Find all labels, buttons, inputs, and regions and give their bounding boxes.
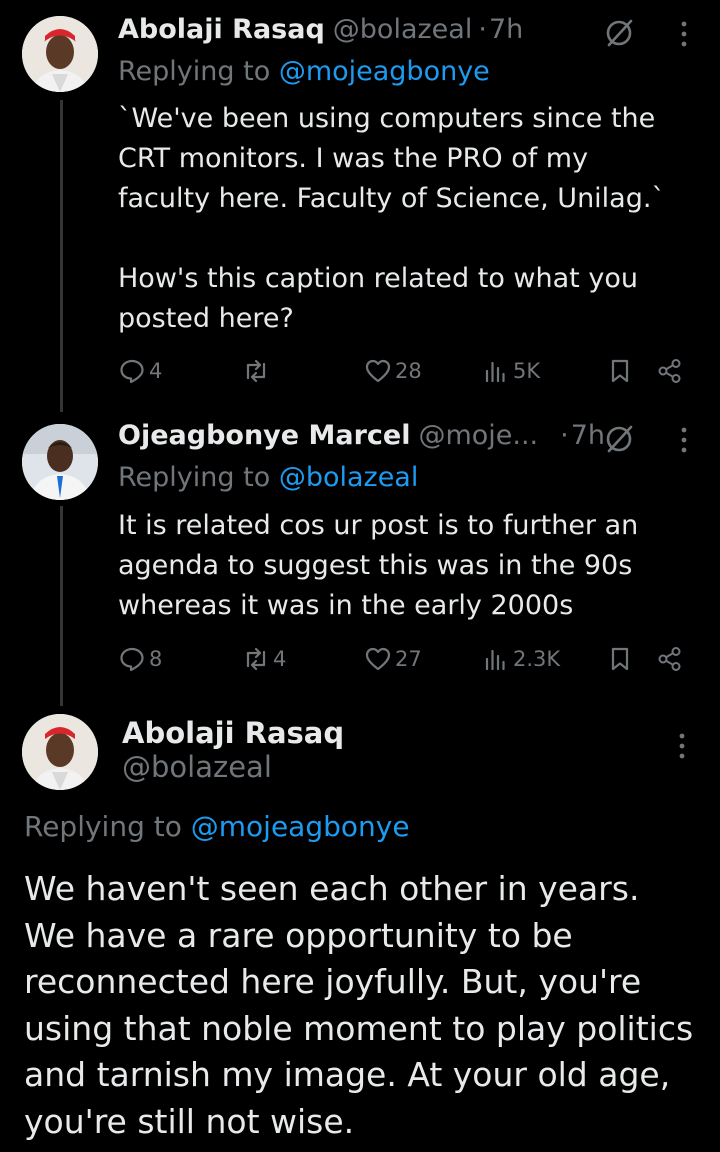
- avatar[interactable]: [22, 714, 98, 790]
- avatar[interactable]: [22, 16, 98, 92]
- bookmark-button[interactable]: [606, 354, 634, 388]
- reply-icon: [120, 359, 144, 384]
- tweet[interactable]: Abolaji Rasaq @bolazeal · 7h Replying to…: [0, 0, 720, 410]
- action-bar: 8 4 27 2.3K: [118, 642, 698, 676]
- reply-button[interactable]: 4: [118, 354, 162, 388]
- share-icon: [658, 359, 681, 383]
- author-handle[interactable]: @bolazeal: [122, 750, 272, 784]
- action-bar: 4 28 5K: [118, 354, 698, 388]
- bookmark-button[interactable]: [606, 642, 634, 676]
- avatar-image: [22, 16, 98, 92]
- repost-count: 4: [273, 647, 287, 671]
- mention-link[interactable]: @mojeagbonye: [191, 810, 410, 843]
- avatar-image: [22, 714, 98, 790]
- more-icon[interactable]: [674, 424, 694, 456]
- avatar[interactable]: [22, 424, 98, 500]
- like-count: 28: [395, 359, 422, 383]
- reply-button[interactable]: 8: [118, 642, 162, 676]
- tweet-text: `We've been using computers since the CR…: [118, 103, 665, 334]
- bookmark-icon: [611, 359, 629, 383]
- share-button[interactable]: [656, 642, 684, 676]
- mention-link[interactable]: @bolazeal: [279, 462, 419, 493]
- avatar-image: [22, 424, 98, 500]
- reply-count: 4: [149, 359, 163, 383]
- replying-prefix: Replying to: [118, 462, 271, 493]
- views-icon: [485, 361, 505, 383]
- author-name[interactable]: Abolaji Rasaq: [118, 14, 325, 45]
- author-name[interactable]: Abolaji Rasaq: [122, 716, 344, 750]
- timestamp[interactable]: 7h: [489, 14, 523, 45]
- views-button[interactable]: 2.3K: [482, 642, 560, 676]
- repost-icon: [246, 647, 266, 671]
- separator: ·: [478, 14, 487, 45]
- like-icon: [365, 647, 391, 671]
- like-button[interactable]: 27: [364, 642, 422, 676]
- replying-prefix: Replying to: [24, 810, 182, 843]
- tweet[interactable]: Ojeagbonye Marcel @moje... · 7h Replying…: [0, 410, 720, 710]
- replying-prefix: Replying to: [118, 56, 271, 87]
- separator: ·: [560, 420, 569, 451]
- tweet-header: Ojeagbonye Marcel @moje... · 7h: [118, 420, 605, 451]
- share-icon: [658, 647, 681, 671]
- like-icon: [365, 359, 391, 383]
- tweet-text: It is related cos ur post is to further …: [118, 510, 639, 621]
- repost-icon: [246, 359, 266, 383]
- like-count: 27: [395, 647, 422, 671]
- tweet-header: Abolaji Rasaq @bolazeal · 7h: [118, 14, 523, 45]
- grok-icon[interactable]: [604, 424, 634, 454]
- replying-to: Replying to @bolazeal: [118, 462, 418, 493]
- more-icon[interactable]: [674, 18, 694, 50]
- like-button[interactable]: 28: [364, 354, 422, 388]
- reply-count: 8: [149, 647, 163, 671]
- timestamp[interactable]: 7h: [571, 420, 605, 451]
- author-handle[interactable]: @bolazeal: [333, 14, 473, 45]
- repost-button[interactable]: 4: [242, 642, 286, 676]
- reply-icon: [120, 647, 144, 672]
- replying-to: Replying to @mojeagbonye: [118, 56, 490, 87]
- grok-icon[interactable]: [604, 18, 634, 48]
- author-name[interactable]: Ojeagbonye Marcel: [118, 420, 410, 451]
- more-icon[interactable]: [672, 730, 692, 762]
- replying-to: Replying to @mojeagbonye: [24, 810, 410, 843]
- bookmark-icon: [611, 647, 629, 671]
- views-count: 2.3K: [513, 647, 561, 671]
- repost-button[interactable]: [242, 354, 273, 388]
- tweet-text: We haven't seen each other in years. We …: [24, 869, 694, 1141]
- mention-link[interactable]: @mojeagbonye: [279, 56, 490, 87]
- share-button[interactable]: [656, 354, 684, 388]
- author-handle[interactable]: @moje...: [418, 420, 538, 451]
- views-button[interactable]: 5K: [482, 354, 540, 388]
- views-count: 5K: [513, 359, 541, 383]
- views-icon: [485, 649, 505, 671]
